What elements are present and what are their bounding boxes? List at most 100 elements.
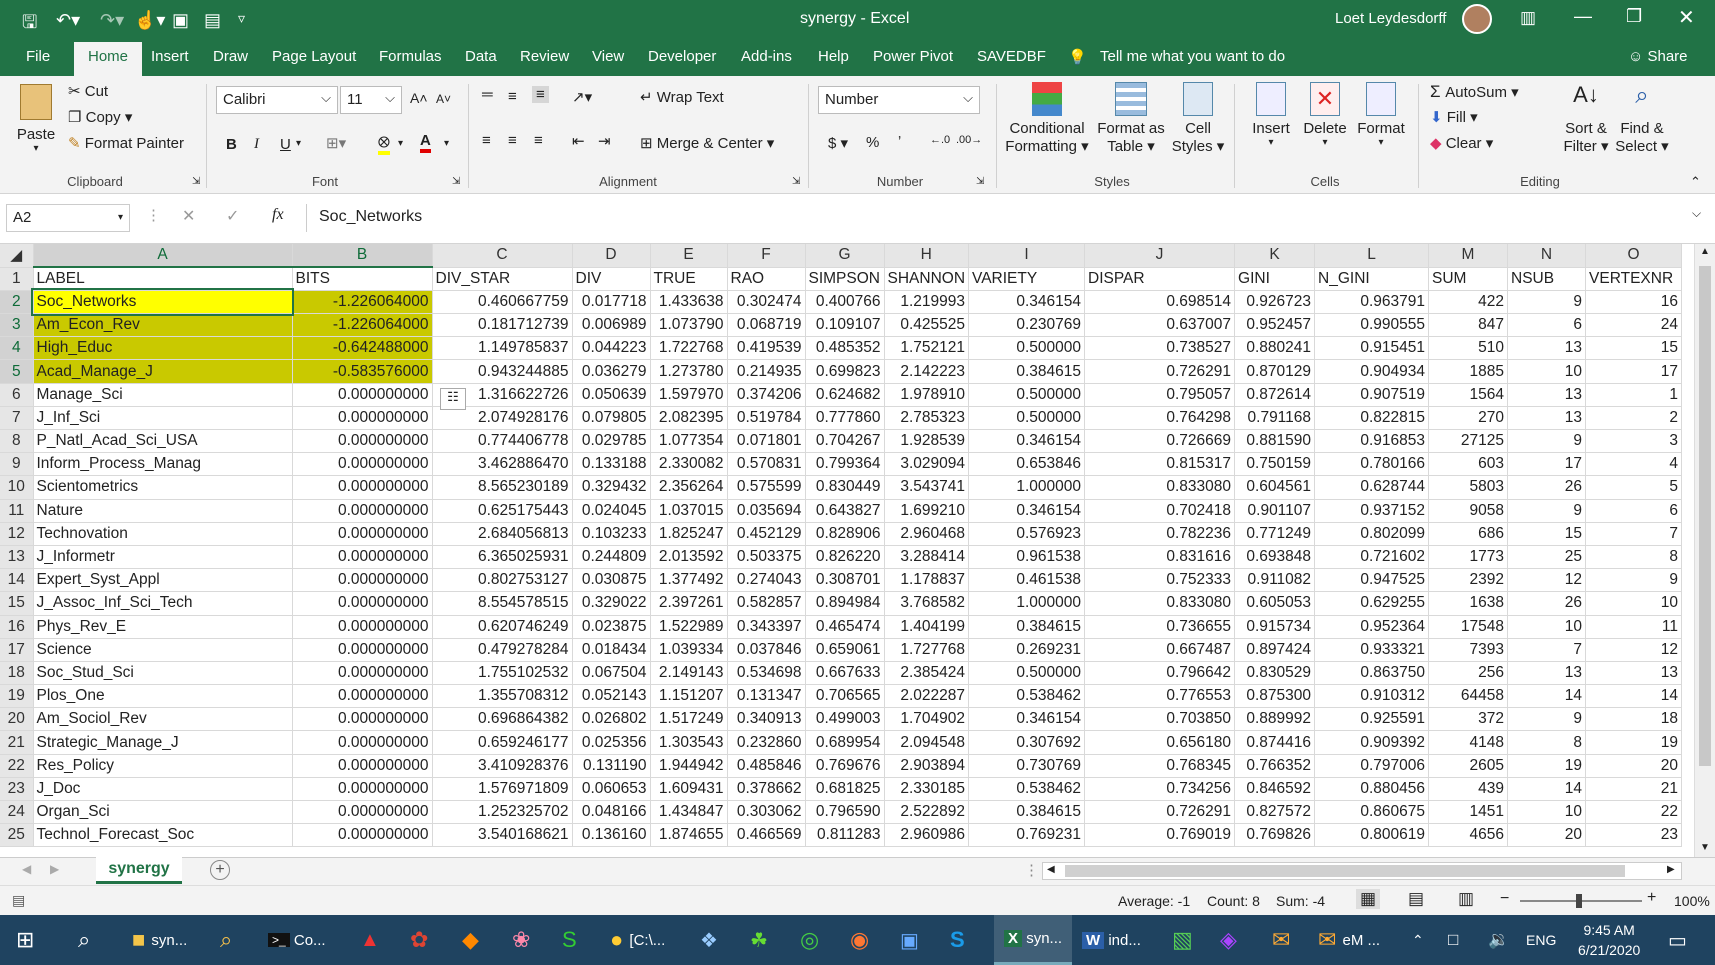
page-layout-view-icon[interactable]: ▤ — [1408, 889, 1424, 909]
cell-n[interactable]: 6 — [1507, 313, 1587, 338]
cell-j[interactable]: 0.776553 — [1084, 684, 1236, 709]
cell-j[interactable]: 0.637007 — [1084, 313, 1236, 338]
cell-g[interactable]: 0.400766 — [805, 290, 885, 315]
align-center-icon[interactable]: ≡ — [508, 132, 517, 149]
column-header-c[interactable]: C — [432, 244, 573, 268]
share-button[interactable]: ☺ Share — [1628, 48, 1688, 65]
expand-formula-icon[interactable]: ⌵ — [1692, 206, 1701, 221]
cell-o[interactable]: 7 — [1585, 522, 1683, 546]
cell-i[interactable]: 0.384615 — [968, 615, 1086, 639]
cell-l[interactable]: 0.909392 — [1314, 730, 1430, 755]
cut-button[interactable]: ✂ Cut — [68, 82, 108, 100]
cell-e[interactable]: 1.874655 — [650, 823, 728, 848]
cell-g[interactable]: 0.796590 — [805, 800, 885, 825]
show-hidden-icons[interactable]: ⌃ — [1412, 915, 1424, 965]
cell-d[interactable]: 0.060653 — [572, 777, 651, 802]
cell-m[interactable]: 1885 — [1428, 359, 1509, 384]
cell-e[interactable]: 2.356264 — [650, 475, 728, 500]
row-header[interactable]: 18 — [0, 661, 34, 686]
cell-d[interactable]: 0.079805 — [572, 406, 651, 431]
app-icon-cube[interactable]: ▧ — [1172, 915, 1193, 965]
cell-h[interactable]: 1.978910 — [884, 383, 970, 407]
row-header[interactable]: 12 — [0, 522, 34, 546]
cell-c[interactable]: 6.365025931 — [432, 545, 573, 570]
vertical-scrollbar[interactable]: ▲ ▼ — [1694, 244, 1715, 857]
wrap-text-button[interactable]: ↵ Wrap Text — [640, 88, 724, 106]
cell-e[interactable]: 1.517249 — [650, 707, 728, 732]
cell-d[interactable]: 0.006989 — [572, 313, 651, 338]
cell-f[interactable]: 0.214935 — [727, 359, 806, 384]
cell-styles-button[interactable]: Cell Styles ▾ — [1170, 82, 1226, 155]
cancel-entry-icon[interactable]: ✕ — [182, 206, 195, 226]
cell-h[interactable]: 1.404199 — [884, 615, 970, 639]
align-bottom-icon[interactable]: ≡ — [532, 86, 549, 103]
cell-g[interactable]: 0.704267 — [805, 429, 885, 454]
cell-a[interactable]: J_Informetr — [33, 545, 293, 570]
cell-m[interactable]: 64458 — [1428, 684, 1509, 709]
cell-b[interactable]: 0.000000000 — [292, 522, 433, 546]
cell-f[interactable]: 0.519784 — [727, 406, 806, 431]
cell-m[interactable]: 17548 — [1428, 615, 1509, 639]
row-header[interactable]: 4 — [0, 336, 34, 361]
cell-a[interactable]: Technol_Forecast_Soc — [33, 823, 293, 848]
cell-a[interactable]: P_Natl_Acad_Sci_USA — [33, 429, 293, 454]
volume-icon[interactable]: 🔉 — [1488, 915, 1509, 965]
cell-i[interactable]: 0.500000 — [968, 336, 1086, 361]
cell-c[interactable]: 0.620746249 — [432, 615, 573, 639]
cell-d[interactable]: 0.017718 — [572, 290, 651, 315]
cell-h[interactable]: 2.903894 — [884, 754, 970, 778]
cell-k[interactable]: 0.875300 — [1234, 684, 1316, 709]
cell-a[interactable]: Organ_Sci — [33, 800, 293, 825]
scroll-down-icon[interactable]: ▼ — [1700, 842, 1710, 853]
cell-l[interactable]: 0.947525 — [1314, 568, 1430, 593]
cell-g[interactable]: 0.659061 — [805, 638, 885, 662]
cell-o[interactable]: 22 — [1585, 800, 1683, 825]
zoom-slider-thumb[interactable] — [1576, 894, 1582, 908]
cell-b[interactable]: 0.000000000 — [292, 475, 433, 500]
ribbon-display-icon[interactable]: ▥ — [1520, 8, 1536, 28]
prev-sheet-icon[interactable]: ◀ — [22, 862, 31, 876]
cell-d[interactable]: 0.131190 — [572, 754, 651, 778]
cell-n[interactable]: 7 — [1507, 638, 1587, 662]
cell-n[interactable]: 17 — [1507, 452, 1587, 477]
collapse-ribbon-icon[interactable]: ⌃ — [1690, 174, 1701, 190]
column-header-g[interactable]: G — [805, 244, 885, 268]
cell-f[interactable]: 0.503375 — [727, 545, 806, 570]
cell-i[interactable]: 0.961538 — [968, 545, 1086, 570]
cell-n[interactable]: 8 — [1507, 730, 1587, 755]
cell-d[interactable]: 0.048166 — [572, 800, 651, 825]
zoom-out-icon[interactable]: − — [1500, 890, 1509, 908]
cell-f[interactable]: 0.452129 — [727, 522, 806, 546]
save-icon[interactable]: 🖫 — [22, 10, 37, 40]
cell-g[interactable]: 0.485352 — [805, 336, 885, 361]
tab-help[interactable]: Help — [818, 48, 849, 65]
cell-e[interactable]: 2.397261 — [650, 591, 728, 616]
cell-j[interactable]: 0.764298 — [1084, 406, 1236, 431]
cell-m[interactable]: 2605 — [1428, 754, 1509, 778]
scroll-up-icon[interactable]: ▲ — [1700, 246, 1710, 257]
camera-icon[interactable]: ▤ — [204, 10, 221, 31]
tab-home[interactable]: Home — [74, 42, 143, 76]
cell-f[interactable]: 0.582857 — [727, 591, 806, 616]
cell-i[interactable]: 0.769231 — [968, 823, 1086, 848]
tab-page-layout[interactable]: Page Layout — [272, 48, 356, 65]
cell-e[interactable]: 1.522989 — [650, 615, 728, 639]
cell-e[interactable]: 2.082395 — [650, 406, 728, 431]
cell-h[interactable]: 3.543741 — [884, 475, 970, 500]
app-icon-window[interactable]: ▣ — [900, 915, 919, 965]
cell-d[interactable]: 0.133188 — [572, 452, 651, 477]
cell-c[interactable]: 2.684056813 — [432, 522, 573, 546]
column-header-f[interactable]: F — [727, 244, 806, 268]
cell-f[interactable]: RAO — [727, 267, 806, 291]
chevron-down-icon[interactable]: ▾ — [296, 138, 301, 149]
row-header[interactable]: 10 — [0, 475, 34, 500]
chrome-icon[interactable]: ◎ — [800, 915, 819, 965]
cell-j[interactable]: 0.667487 — [1084, 638, 1236, 662]
split-handle-icon[interactable]: ⋮ — [1024, 861, 1039, 879]
chevron-down-icon[interactable]: ▾ — [398, 138, 403, 149]
cell-k[interactable]: 0.604561 — [1234, 475, 1316, 500]
cell-e[interactable]: 1.073790 — [650, 313, 728, 338]
cell-f[interactable]: 0.343397 — [727, 615, 806, 639]
tab-file[interactable]: File — [26, 48, 50, 65]
cell-m[interactable]: 847 — [1428, 313, 1509, 338]
